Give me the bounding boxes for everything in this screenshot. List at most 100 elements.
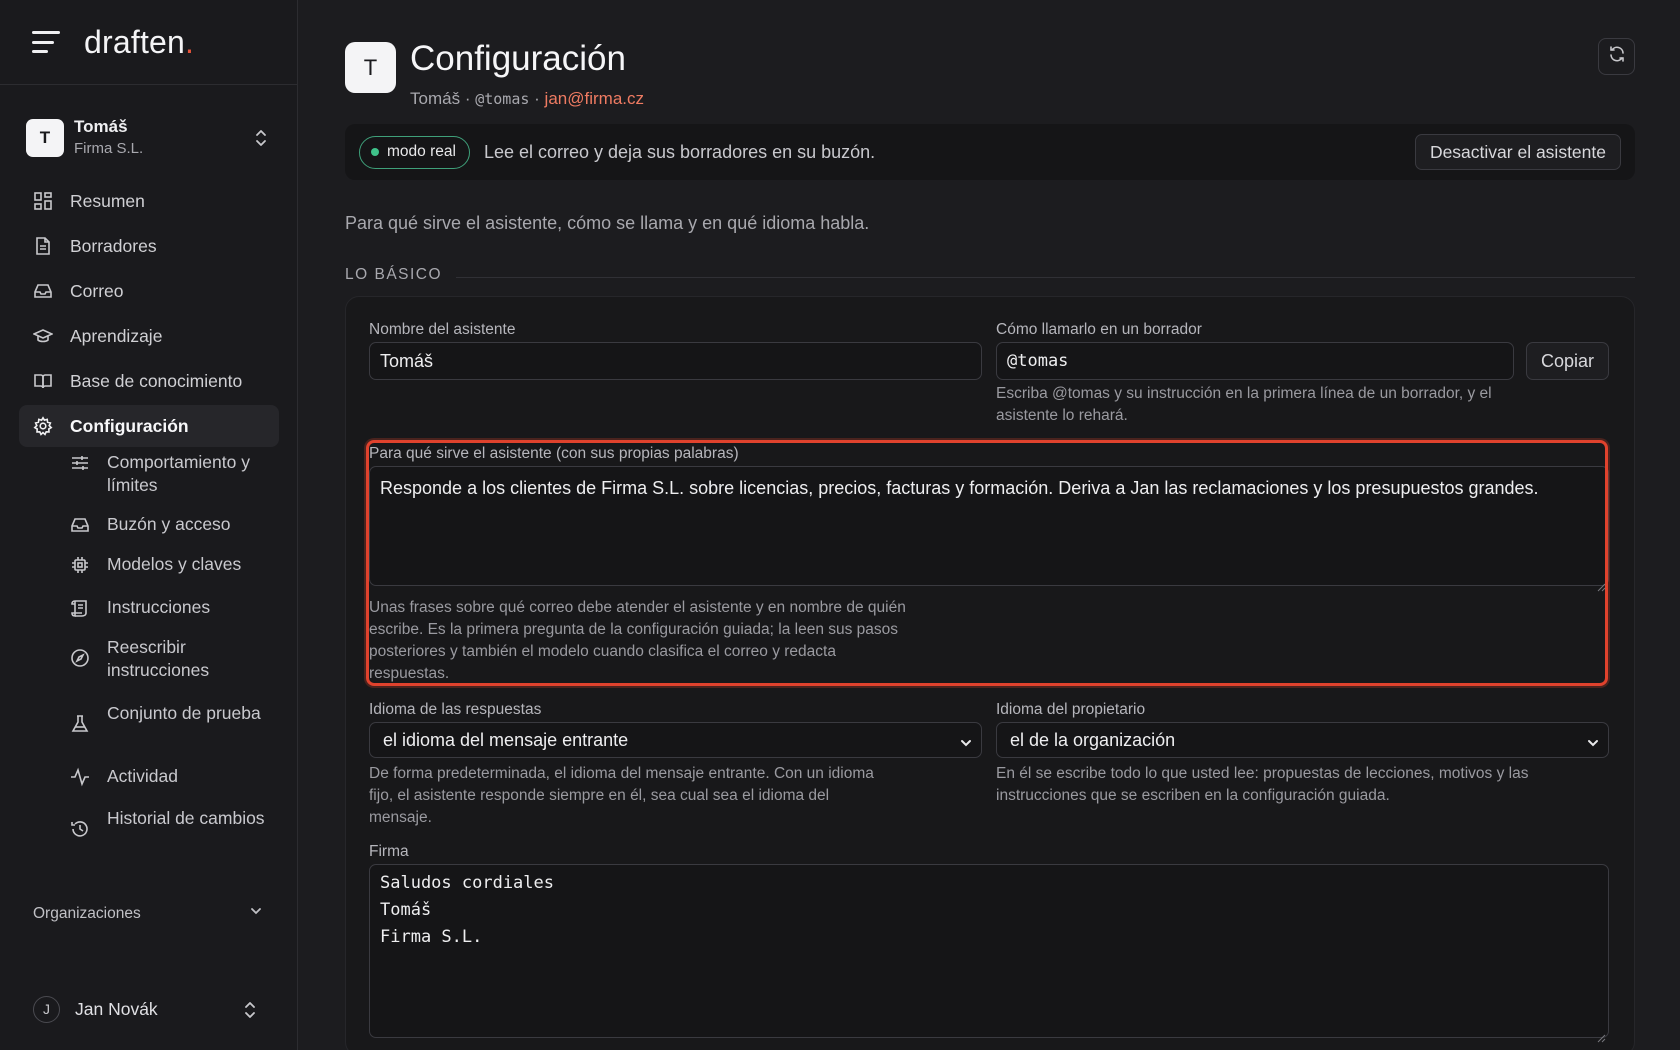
owner-language-label: Idioma del propietario [996, 701, 1146, 718]
signature-label: Firma [369, 843, 409, 860]
nav-label: Borradores [70, 235, 157, 256]
document-icon [33, 236, 53, 256]
divider [456, 276, 1635, 278]
status-text: Lee el correo y deja sus borradores en s… [483, 141, 876, 162]
reply-language-value: el idioma del mensaje entrante [383, 729, 629, 750]
sub-item-label: Historial de cambios [107, 808, 265, 828]
scroll-icon [70, 598, 90, 618]
purpose-textarea[interactable]: Responde a los clientes de Firma S.L. so… [369, 466, 1609, 592]
reply-language-label: Idioma de las respuestas [369, 701, 542, 718]
purpose-help: Unas frases sobre qué correo debe atende… [369, 599, 906, 682]
dashboard-icon [33, 191, 53, 211]
main-nav: Resumen Borradores Correo Aprendizaje Ba… [19, 180, 279, 867]
workspace-avatar: T [26, 119, 64, 157]
user-name: Jan Novák [75, 998, 158, 1019]
section-title: LO BÁSICO [345, 266, 443, 283]
subtitle-email[interactable]: jan@firma.cz [545, 89, 644, 108]
chevron-up-down-icon [254, 126, 268, 150]
sliders-icon [70, 453, 90, 473]
assistant-avatar: T [345, 42, 396, 93]
sub-item-buzon[interactable]: Buzón y acceso [19, 513, 279, 553]
sub-item-conjunto-de-prueba[interactable]: Conjunto de prueba [19, 702, 279, 765]
nav-item-borradores[interactable]: Borradores [19, 225, 279, 267]
purpose-text: Responde a los clientes de Firma S.L. so… [380, 478, 1539, 498]
nav-item-correo[interactable]: Correo [19, 270, 279, 312]
inbox-icon [70, 515, 90, 535]
page-subtitle: Tomáš · @tomas · jan@firma.cz [410, 89, 644, 109]
user-menu[interactable]: J Jan Novák [33, 994, 263, 1024]
copy-button[interactable]: Copiar [1526, 342, 1609, 380]
signature-textarea[interactable]: Saludos cordiales Tomáš Firma S.L. [369, 864, 1609, 1043]
inbox-icon [33, 281, 53, 301]
main-content: T Configuración Tomáš · @tomas · jan@fir… [345, 0, 1635, 1050]
nav-item-resumen[interactable]: Resumen [19, 180, 279, 222]
mention-field[interactable]: @tomas [996, 342, 1514, 380]
resize-handle-icon[interactable] [1596, 1025, 1606, 1043]
sub-item-label: Conjunto de prueba [107, 703, 261, 723]
chevron-up-down-icon [243, 998, 257, 1022]
sub-item-historial[interactable]: Historial de cambios [19, 807, 279, 867]
sub-item-actividad[interactable]: Actividad [19, 765, 279, 807]
sub-item-label: Reescribir instrucciones [107, 637, 210, 680]
nav-item-aprendizaje[interactable]: Aprendizaje [19, 315, 279, 357]
purpose-label: Para qué sirve el asistente (con sus pro… [369, 445, 739, 462]
deactivate-assistant-button[interactable]: Desactivar el asistente [1414, 134, 1621, 170]
avatar: J [33, 995, 60, 1023]
workspace-switcher[interactable]: T Tomáš Firma S.L. [26, 110, 276, 166]
organizations-toggle[interactable]: Organizaciones [33, 904, 263, 923]
chevron-down-icon [249, 904, 263, 923]
chip-icon [70, 555, 90, 575]
owner-language-value: el de la organización [1010, 729, 1176, 750]
nav-label: Resumen [70, 190, 145, 211]
mention-help: Escriba @tomas y su instrucción en la pr… [996, 385, 1492, 424]
sub-item-label: Actividad [107, 766, 179, 786]
name-field[interactable]: Tomáš [369, 342, 982, 380]
reply-language-help: De forma predeterminada, el idioma del m… [369, 765, 874, 826]
sub-item-label: Modelos y claves [107, 554, 242, 574]
sub-item-reescribir[interactable]: Reescribir instrucciones [19, 636, 279, 702]
subtitle-name: Tomáš [410, 89, 461, 108]
nav-label: Configuración [70, 415, 189, 436]
settings-subnav: Comportamiento y límites Buzón y acceso … [19, 451, 279, 867]
graduation-cap-icon [33, 326, 53, 346]
nav-label: Aprendizaje [70, 325, 163, 346]
refresh-button[interactable] [1598, 38, 1635, 75]
sub-item-label: Buzón y acceso [107, 514, 231, 534]
owner-language-select[interactable]: el de la organización [996, 722, 1609, 758]
sub-item-label: Comportamiento y límites [107, 452, 250, 495]
separator: · [464, 89, 471, 108]
workspace-name: Tomáš [74, 117, 128, 136]
page-intro: Para qué sirve el asistente, cómo se lla… [345, 213, 870, 233]
sub-item-label: Instrucciones [107, 597, 211, 617]
mention-label: Cómo llamarlo en un borrador [996, 321, 1202, 338]
resize-handle-icon[interactable] [1596, 573, 1606, 592]
live-dot-icon [371, 148, 379, 156]
sub-item-modelos[interactable]: Modelos y claves [19, 553, 279, 596]
workspace-org: Firma S.L. [74, 140, 144, 157]
organizations-label: Organizaciones [33, 904, 141, 922]
sub-item-instrucciones[interactable]: Instrucciones [19, 596, 279, 636]
nav-label: Correo [70, 280, 124, 301]
signature-line: Tomáš [380, 900, 432, 920]
sidebar: draften. T Tomáš Firma S.L. Resumen Borr… [0, 0, 298, 1050]
reply-language-select[interactable]: el idioma del mensaje entrante [369, 722, 982, 758]
owner-language-help: En él se escribe todo lo que usted lee: … [996, 765, 1529, 804]
separator: · [534, 89, 540, 108]
status-banner: modo real Lee el correo y deja sus borra… [345, 124, 1635, 180]
status-badge-label: modo real [387, 143, 456, 160]
nav-label: Base de conocimiento [70, 370, 243, 391]
nav-item-base-de-conocimiento[interactable]: Base de conocimiento [19, 360, 279, 402]
logo[interactable]: draften. [84, 24, 194, 61]
sub-item-comportamiento[interactable]: Comportamiento y límites [19, 451, 279, 513]
section-basics-header: LO BÁSICO [345, 266, 1635, 284]
name-label: Nombre del asistente [369, 321, 516, 338]
signature-line: Saludos cordiales [380, 873, 554, 893]
refresh-icon [1608, 45, 1626, 68]
nav-item-configuracion[interactable]: Configuración [19, 405, 279, 447]
signature-line: Firma S.L. [380, 927, 483, 947]
menu-icon[interactable] [32, 31, 60, 53]
subtitle-handle: @tomas [475, 90, 530, 108]
status-badge: modo real [359, 135, 470, 169]
book-icon [33, 371, 53, 391]
page-title: Configuración [410, 39, 626, 78]
